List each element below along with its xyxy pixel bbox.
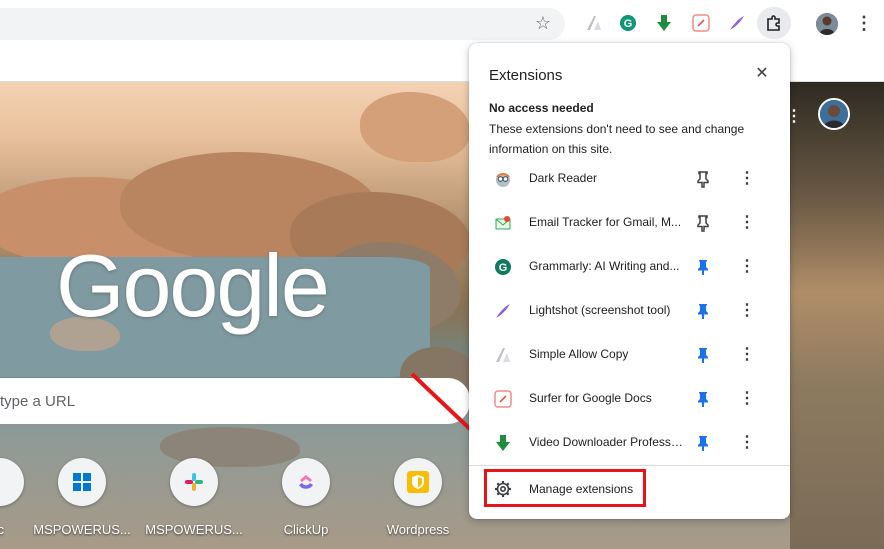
extension-name: Simple Allow Copy [529, 347, 629, 361]
shortcut-tile[interactable]: MSPOWERUS... [144, 458, 244, 537]
shortcut-tile[interactable]: MSPOWERUS... [32, 458, 132, 537]
extension-row-video-downloader[interactable]: Video Downloader Professi... ⋮ [469, 421, 790, 465]
extension-name: Email Tracker for Gmail, M... [529, 215, 682, 229]
annotation-highlight-box [484, 469, 646, 507]
slack-icon [170, 458, 218, 506]
shortcut-label: Wordpress [386, 522, 450, 537]
pin-icon[interactable] [693, 168, 713, 190]
more-options-icon[interactable]: ⋮ [737, 431, 757, 455]
extension-row-surfer[interactable]: Surfer for Google Docs ⋮ [469, 377, 790, 421]
svg-text:G: G [499, 262, 508, 274]
section-description: These extensions don't need to see and c… [489, 122, 745, 156]
extension-name: Lightshot (screenshot tool) [529, 303, 671, 317]
more-options-icon[interactable]: ⋮ [737, 255, 757, 279]
lightshot-icon [494, 302, 512, 320]
ntp-profile-avatar[interactable] [818, 98, 850, 130]
video-downloader-icon [494, 434, 512, 452]
surfer-icon [494, 390, 512, 408]
search-placeholder: type a URL [0, 393, 76, 410]
pin-icon[interactable] [693, 388, 713, 410]
partial-icon [0, 458, 24, 506]
pin-icon[interactable] [693, 344, 713, 366]
more-options-icon[interactable]: ⋮ [737, 387, 757, 411]
more-options-icon[interactable]: ⋮ [737, 343, 757, 367]
pin-icon[interactable] [693, 256, 713, 278]
extension-row-email-tracker[interactable]: Email Tracker for Gmail, M... ⋮ [469, 201, 790, 245]
shortcut-label: MSPOWERUS... [145, 522, 243, 537]
popup-title: Extensions [489, 67, 563, 84]
more-options-icon[interactable]: ⋮ [737, 167, 757, 191]
shortcut-label: ClickUp [283, 522, 329, 537]
pin-icon[interactable] [693, 432, 713, 454]
extension-row-grammarly[interactable]: G Grammarly: AI Writing and... ⋮ [469, 245, 790, 289]
surfer-icon[interactable] [690, 12, 712, 34]
shortcut-label: MSPOWERUS... [33, 522, 131, 537]
extensions-puzzle-icon[interactable] [757, 7, 791, 39]
extension-name: Surfer for Google Docs [529, 391, 652, 405]
google-logo: Google [56, 236, 330, 335]
divider [469, 465, 790, 466]
more-menu-icon[interactable]: ⋮ [855, 12, 873, 36]
extension-row-simple-allow-copy[interactable]: Simple Allow Copy ⋮ [469, 333, 790, 377]
more-options-icon[interactable]: ⋮ [737, 211, 757, 235]
extensions-popup: Extensions ✕ No access needed These exte… [469, 43, 790, 519]
grammarly-icon[interactable]: G [617, 12, 639, 34]
star-icon[interactable]: ☆ [532, 12, 554, 34]
video-downloader-icon[interactable] [653, 12, 675, 34]
svg-text:G: G [624, 18, 633, 30]
shortcut-tile[interactable]: ClickUp [256, 458, 356, 537]
background-image-right [790, 82, 884, 549]
section-title: No access needed [489, 101, 594, 115]
extension-name: Grammarly: AI Writing and... [529, 259, 680, 273]
microsoft-store-icon [58, 458, 106, 506]
lightshot-icon[interactable] [726, 12, 748, 34]
extension-row-dark-reader[interactable]: Dark Reader ⋮ [469, 157, 790, 201]
simple-allow-copy-icon [494, 346, 512, 364]
more-options-icon[interactable]: ⋮ [737, 299, 757, 323]
clickup-icon [282, 458, 330, 506]
browser-toolbar: ☆ G ⋮ [0, 0, 884, 48]
profile-avatar[interactable] [816, 13, 838, 35]
rock-shape [360, 92, 470, 162]
address-bar[interactable] [0, 8, 565, 40]
dark-reader-icon [494, 170, 512, 188]
extension-name: Dark Reader [529, 171, 598, 185]
grammarly-icon: G [494, 258, 512, 276]
email-tracker-icon [494, 214, 512, 232]
simple-allow-copy-icon[interactable] [583, 12, 605, 34]
close-icon[interactable]: ✕ [751, 63, 773, 85]
pin-icon[interactable] [693, 300, 713, 322]
pin-icon[interactable] [693, 212, 713, 234]
extension-name: Video Downloader Professi... [529, 435, 683, 449]
extension-row-lightshot[interactable]: Lightshot (screenshot tool) ⋮ [469, 289, 790, 333]
